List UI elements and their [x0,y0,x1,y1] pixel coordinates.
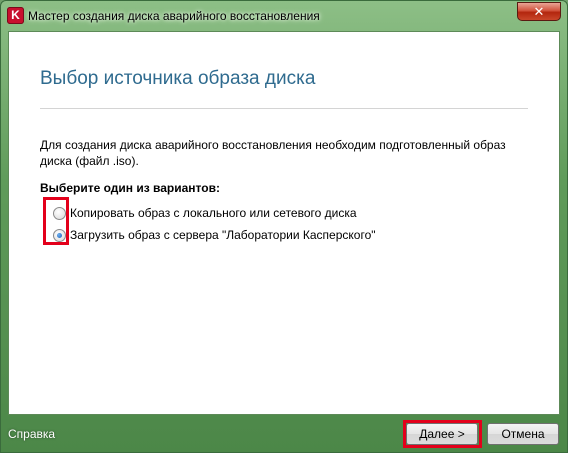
radio-copy-local[interactable] [53,206,66,220]
radio-download-server[interactable] [53,228,66,242]
option-download-server-label: Загрузить образ с сервера "Лаборатории К… [70,228,376,242]
option-download-server[interactable]: Загрузить образ с сервера "Лаборатории К… [53,227,376,243]
option-copy-local[interactable]: Копировать образ с локального или сетево… [53,205,357,221]
wizard-window: K Мастер создания диска аварийного восст… [0,0,568,453]
title-bar[interactable]: K Мастер создания диска аварийного восст… [1,1,567,31]
window-title: Мастер создания диска аварийного восстан… [28,9,320,23]
next-button[interactable]: Далее > [406,423,478,445]
close-button[interactable]: ✕ [517,2,561,21]
description-text: Для создания диска аварийного восстановл… [40,138,506,168]
options-prompt: Выберите один из вариантов: [40,181,220,195]
wizard-content: Выбор источника образа диска Для создани… [8,31,560,415]
title-separator [40,108,528,109]
kaspersky-logo-icon: K [7,7,24,24]
cancel-button[interactable]: Отмена [487,423,559,445]
button-bar: Справка Далее > Отмена [1,415,567,452]
option-copy-local-label: Копировать образ с локального или сетево… [70,206,357,220]
page-title: Выбор источника образа диска [40,68,316,89]
help-link[interactable]: Справка [8,427,55,441]
